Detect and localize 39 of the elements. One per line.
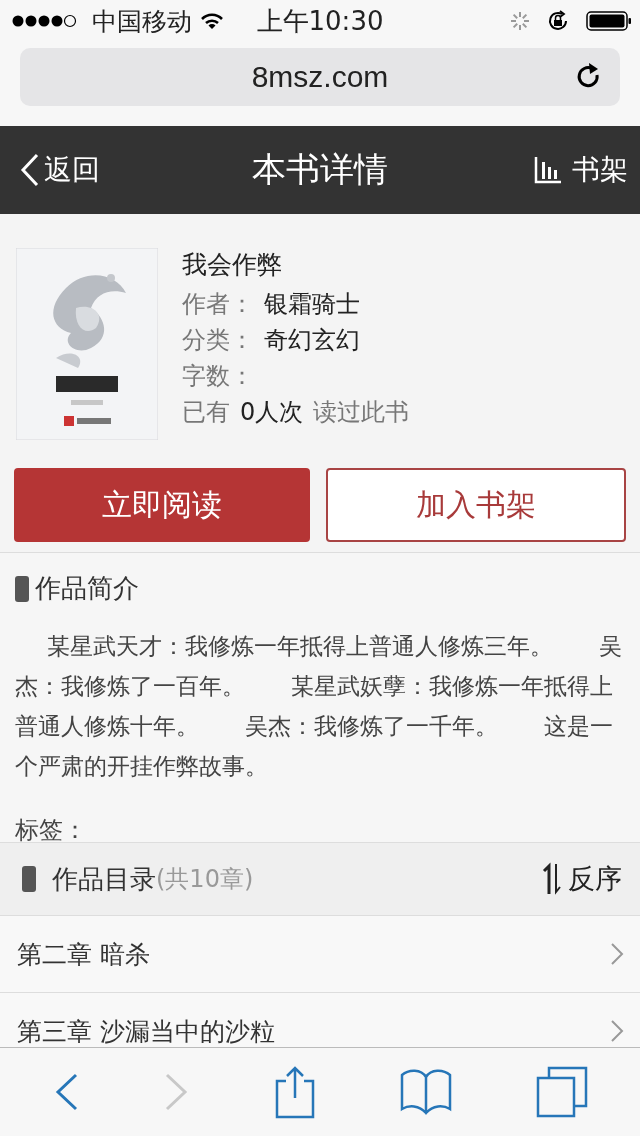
tags-label: 标签： [15, 815, 88, 842]
address-bar[interactable]: 8msz.com [20, 48, 620, 106]
back-icon [20, 153, 40, 187]
clock-time: 上午10:30 [256, 4, 384, 38]
chapter-count: (共10章) [156, 864, 254, 895]
carrier-name: 中国移动 [92, 5, 192, 38]
reverse-order-button[interactable]: 反序 [542, 861, 622, 897]
book-title: 我会作弊 [182, 249, 283, 281]
rotation-lock-icon [546, 9, 570, 33]
field-label: 分类： [182, 325, 254, 356]
field-label: 作者： [182, 289, 254, 320]
chevron-icon [610, 1019, 624, 1043]
url-text: 8msz.com [251, 60, 389, 94]
description-text: 某星武天才：我修炼一年抵得上普通人修炼三年。 吴杰：我修炼了一百年。 某星武妖孽：我修炼一年抵得上普通人修炼十年。 吴杰：我修炼了一千年。 这是一个严肃的开挂作弊故事。 [15, 632, 624, 781]
field-label: 读过此书 [313, 397, 410, 428]
section-marker [15, 575, 29, 602]
section-title: 作品目录 [52, 862, 156, 896]
page-title: 本书详情 [252, 148, 388, 191]
section-title: 作品简介 [35, 572, 139, 605]
section-marker [22, 866, 36, 892]
add-to-shelf-button[interactable]: 加入书架 [326, 468, 626, 542]
read-now-button[interactable]: 立即阅读 [14, 468, 310, 542]
field-label: 字数： [182, 361, 254, 392]
chapter-item[interactable]: 第二章 暗杀 [0, 916, 640, 993]
field-value: 银霜骑士 [264, 289, 360, 320]
wifi-icon [200, 12, 224, 30]
battery-icon [586, 11, 632, 31]
field-label: 已有 [182, 397, 230, 428]
reader-count: 0人次 [240, 397, 304, 428]
bookshelf-button[interactable]: 书架 [534, 151, 628, 189]
open-book-icon[interactable] [399, 1067, 454, 1117]
tabs-icon[interactable] [536, 1066, 589, 1118]
chevron-icon [610, 942, 624, 966]
bar-chart-icon [534, 156, 562, 184]
sort-icon [542, 862, 562, 896]
loading-icon [510, 11, 530, 31]
field-value: 奇幻玄幻 [264, 325, 360, 356]
share-icon[interactable] [273, 1065, 316, 1119]
back-button[interactable]: 返回 [20, 151, 100, 189]
